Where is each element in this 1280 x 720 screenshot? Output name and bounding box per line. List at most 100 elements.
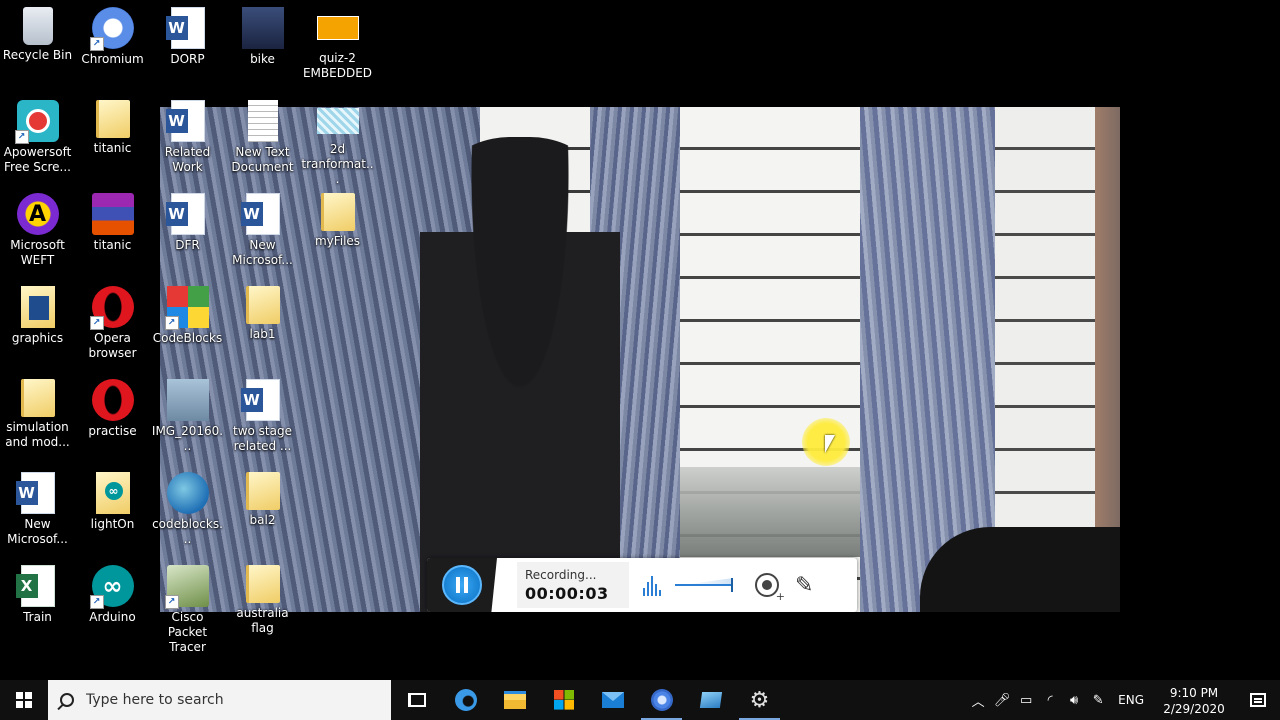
audio-level-icon[interactable] xyxy=(643,574,665,596)
taskbar-app-store[interactable] xyxy=(539,680,588,720)
taskbar: ⚙ ︿ 🎤︎ ▭ ◜ 🔊︎ ✎ ENG 9:10 PM 2/29/2020 xyxy=(0,680,1280,720)
word-document-icon xyxy=(165,193,205,235)
desktop-icon-titanic-archive[interactable]: titanic xyxy=(75,186,150,279)
pen-workspace-icon[interactable]: ✎ xyxy=(1086,680,1110,720)
mouse-cursor-icon xyxy=(825,435,835,453)
desktop-icon-microsoft-weft[interactable]: A Microsoft WEFT xyxy=(0,186,75,279)
desktop-icon-new-text-document[interactable]: New Text Document xyxy=(225,93,300,186)
taskbar-app-chromium[interactable] xyxy=(637,680,686,720)
show-hidden-icons-button[interactable]: ︿ xyxy=(966,680,990,720)
desktop-icon-new-microsoft-word-1[interactable]: New Microsof... xyxy=(0,465,75,558)
action-center-button[interactable] xyxy=(1236,680,1280,720)
battery-icon[interactable]: ▭ xyxy=(1014,680,1038,720)
image-thumbnail-icon xyxy=(241,7,284,49)
folder-icon xyxy=(320,193,355,231)
input-language-indicator[interactable]: ENG xyxy=(1110,680,1152,720)
chair-silhouette xyxy=(920,527,1120,612)
recording-status-label: Recording... xyxy=(525,568,597,582)
desktop-icon-cisco-packet-tracer[interactable]: Cisco Packet Tracer xyxy=(150,558,225,654)
word-document-icon xyxy=(165,7,205,49)
desktop-icon-myfiles[interactable]: myFiles xyxy=(300,186,375,279)
taskbar-app-settings[interactable]: ⚙ xyxy=(735,680,784,720)
desktop-icon-simulation[interactable]: simulation and mod... xyxy=(0,372,75,465)
weft-icon: A xyxy=(16,193,59,235)
taskbar-app-edge[interactable] xyxy=(441,680,490,720)
pause-button[interactable] xyxy=(442,565,482,605)
edge-icon xyxy=(454,689,477,711)
desktop-icon-dfr[interactable]: DFR xyxy=(150,186,225,279)
desktop-icon-chromium[interactable]: Chromium xyxy=(75,0,150,93)
opera-icon xyxy=(91,379,134,421)
image-thumbnail-icon xyxy=(316,16,359,40)
recording-status-panel: Recording... 00:00:03 xyxy=(517,562,629,608)
desktop-icon-codeblocks-web[interactable]: codeblocks... xyxy=(150,465,225,558)
desktop-icon-recycle-bin[interactable]: Recycle Bin xyxy=(0,0,75,93)
task-view-button[interactable] xyxy=(392,680,441,720)
search-icon xyxy=(60,693,74,707)
volume-icon[interactable]: 🔊︎ xyxy=(1062,680,1086,720)
recycle-bin-icon xyxy=(22,7,53,45)
word-document-icon xyxy=(240,193,280,235)
desktop-icon-two-stage[interactable]: two stage related ... xyxy=(225,372,300,465)
volume-slider-handle[interactable] xyxy=(731,578,733,592)
desktop-icon-titanic-folder[interactable]: titanic xyxy=(75,93,150,186)
system-tray: ︿ 🎤︎ ▭ ◜ 🔊︎ ✎ ENG 9:10 PM 2/29/2020 xyxy=(966,680,1280,720)
word-document-icon xyxy=(165,100,205,142)
desktop-icon-new-microsoft-word-2[interactable]: New Microsof... xyxy=(225,186,300,279)
desktop-icon-related-work[interactable]: Related Work xyxy=(150,93,225,186)
desktop-icon-dorp[interactable]: DORP xyxy=(150,0,225,93)
start-button[interactable] xyxy=(0,680,48,720)
desktop-icon-opera[interactable]: Opera browser xyxy=(75,279,150,372)
word-document-icon xyxy=(15,472,55,514)
desktop-icon-bal2[interactable]: bal2 xyxy=(225,465,300,558)
volume-slider[interactable] xyxy=(675,578,733,592)
taskbar-app-window[interactable] xyxy=(686,680,735,720)
network-icon[interactable]: ◜ xyxy=(1038,680,1062,720)
codeblocks-icon xyxy=(164,286,209,330)
search-input[interactable] xyxy=(86,692,366,708)
desktop-icon-train[interactable]: Train xyxy=(0,558,75,651)
screen-recorder-toolbar: Recording... 00:00:03 ✎ xyxy=(427,558,857,612)
desktop-icon-australia-flag[interactable]: australia flag xyxy=(225,558,300,651)
windows-logo-icon xyxy=(16,692,32,708)
clock[interactable]: 9:10 PM 2/29/2020 xyxy=(1152,680,1236,720)
taskbar-app-mail[interactable] xyxy=(588,680,637,720)
desktop-icon-2d-transformation[interactable]: 2d tranformat... xyxy=(300,93,375,186)
cisco-packet-tracer-icon xyxy=(164,565,209,609)
desktop-icon-apowersoft[interactable]: Apowersoft Free Scre... xyxy=(0,93,75,186)
desktop-icon-arduino[interactable]: Arduino xyxy=(75,558,150,651)
arduino-sketch-folder-icon xyxy=(95,472,130,514)
taskbar-app-file-explorer[interactable] xyxy=(490,680,539,720)
clock-date: 2/29/2020 xyxy=(1163,702,1225,716)
gear-icon: ⚙ xyxy=(749,687,770,713)
folder-icon xyxy=(245,286,280,324)
desktop-icon-practise[interactable]: practise xyxy=(75,372,150,465)
notification-icon xyxy=(1250,693,1266,707)
folder-icon xyxy=(95,100,130,138)
recording-elapsed-time: 00:00:03 xyxy=(525,584,609,603)
store-icon xyxy=(553,690,574,710)
pen-annotate-icon[interactable]: ✎ xyxy=(795,573,813,598)
app-window-icon xyxy=(699,692,722,708)
codeblocks-installer-icon xyxy=(166,472,209,514)
pause-icon xyxy=(456,577,460,593)
taskbar-search-box[interactable] xyxy=(48,680,391,720)
folder-icon xyxy=(20,379,55,417)
text-document-icon xyxy=(247,100,278,142)
desktop-icon-codeblocks[interactable]: CodeBlocks xyxy=(150,279,225,372)
person-silhouette xyxy=(420,137,620,612)
microphone-icon[interactable]: 🎤︎ xyxy=(990,680,1014,720)
desktop-icon-quiz-2[interactable]: quiz-2 EMBEDDED xyxy=(300,0,375,93)
image-thumbnail-icon xyxy=(166,379,209,421)
arduino-icon xyxy=(89,565,134,609)
desktop-icon-lab1[interactable]: lab1 xyxy=(225,279,300,372)
desktop-icon-img-photo[interactable]: IMG_20160... xyxy=(150,372,225,465)
webcam-icon[interactable] xyxy=(755,573,785,603)
desktop-icon-lighton[interactable]: lightOn xyxy=(75,465,150,558)
clock-time: 9:10 PM xyxy=(1169,686,1219,700)
desktop-icon-bike[interactable]: bike xyxy=(225,0,300,93)
desktop-icon-graphics[interactable]: graphics xyxy=(0,279,75,372)
folder-icon xyxy=(245,472,280,510)
chromium-icon xyxy=(650,689,673,711)
file-explorer-icon xyxy=(503,691,526,709)
